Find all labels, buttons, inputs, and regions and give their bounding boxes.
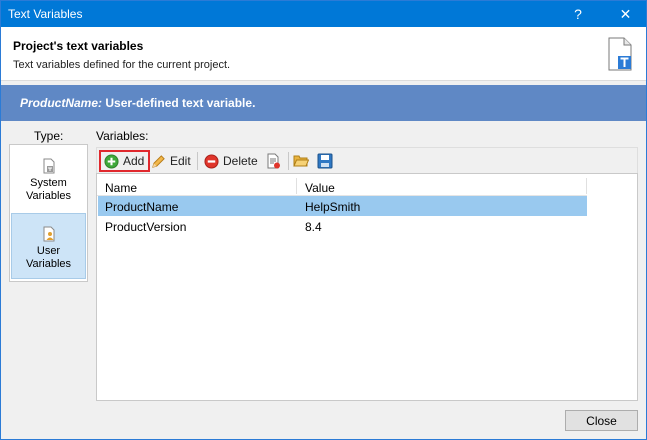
cell-value: 8.4 (305, 220, 322, 234)
banner-text: ProductName: User-defined text variable. (20, 96, 255, 110)
add-button[interactable]: Add (99, 150, 150, 172)
table-row[interactable]: ProductName HelpSmith (98, 196, 587, 216)
system-variables-label-1: System (30, 177, 67, 189)
delete-label: Delete (223, 154, 258, 168)
cell-name: ProductVersion (105, 220, 187, 234)
header-title: Project's text variables (13, 39, 144, 53)
banner-variable-name: ProductName: (20, 96, 103, 110)
report-button[interactable] (265, 150, 283, 172)
type-item-user-variables[interactable]: User Variables (11, 213, 86, 279)
selected-variable-banner: ProductName: User-defined text variable. (1, 85, 646, 121)
text-document-icon (608, 37, 632, 71)
pencil-icon (152, 154, 165, 168)
banner-description: User-defined text variable. (102, 96, 256, 110)
column-header-value[interactable]: Value (305, 181, 335, 195)
dialog-header: Project's text variables Text variables … (1, 27, 646, 81)
document-list-icon (267, 153, 280, 169)
cell-name: ProductName (105, 200, 179, 214)
column-header-name[interactable]: Name (105, 181, 137, 195)
system-variables-label-2: Variables (25, 190, 72, 202)
cell-value: HelpSmith (305, 200, 361, 214)
edit-label: Edit (170, 154, 191, 168)
user-variables-label-2: Variables (25, 258, 72, 270)
add-label: Add (123, 154, 145, 168)
variables-grid[interactable]: Name Value ProductName HelpSmith Product… (96, 173, 638, 401)
table-row[interactable]: ProductVersion 8.4 (98, 216, 587, 236)
toolbar-separator (288, 152, 289, 170)
help-button[interactable]: ? (560, 1, 596, 27)
type-item-system-variables[interactable]: System Variables (11, 146, 86, 212)
variables-toolbar: Add Edit Delete (96, 147, 638, 173)
delete-button[interactable]: Delete (204, 150, 262, 172)
edit-button[interactable]: Edit (151, 150, 193, 172)
folder-open-icon (293, 155, 309, 167)
column-divider[interactable] (586, 178, 587, 194)
type-panel: System Variables User Variables (9, 144, 88, 282)
user-variables-label-1: User (36, 245, 61, 257)
grid-header: Name Value (97, 176, 587, 196)
open-button[interactable] (293, 150, 311, 172)
close-window-button[interactable]: ✕ (605, 1, 646, 27)
delete-icon (204, 153, 219, 169)
add-icon (104, 153, 119, 169)
variables-label: Variables: (96, 129, 149, 143)
save-icon (317, 153, 333, 169)
type-label: Type: (34, 129, 64, 143)
title-bar: Text Variables ? ✕ (1, 1, 646, 27)
toolbar-separator (197, 152, 198, 170)
system-variables-icon (43, 158, 54, 174)
column-divider[interactable] (296, 178, 297, 194)
user-variables-icon (43, 226, 54, 242)
header-subtitle: Text variables defined for the current p… (13, 59, 231, 71)
close-button[interactable]: Close (565, 410, 638, 431)
text-variables-dialog: Text Variables ? ✕ Project's text variab… (0, 0, 647, 440)
save-button[interactable] (317, 150, 335, 172)
window-title: Text Variables (8, 7, 83, 21)
